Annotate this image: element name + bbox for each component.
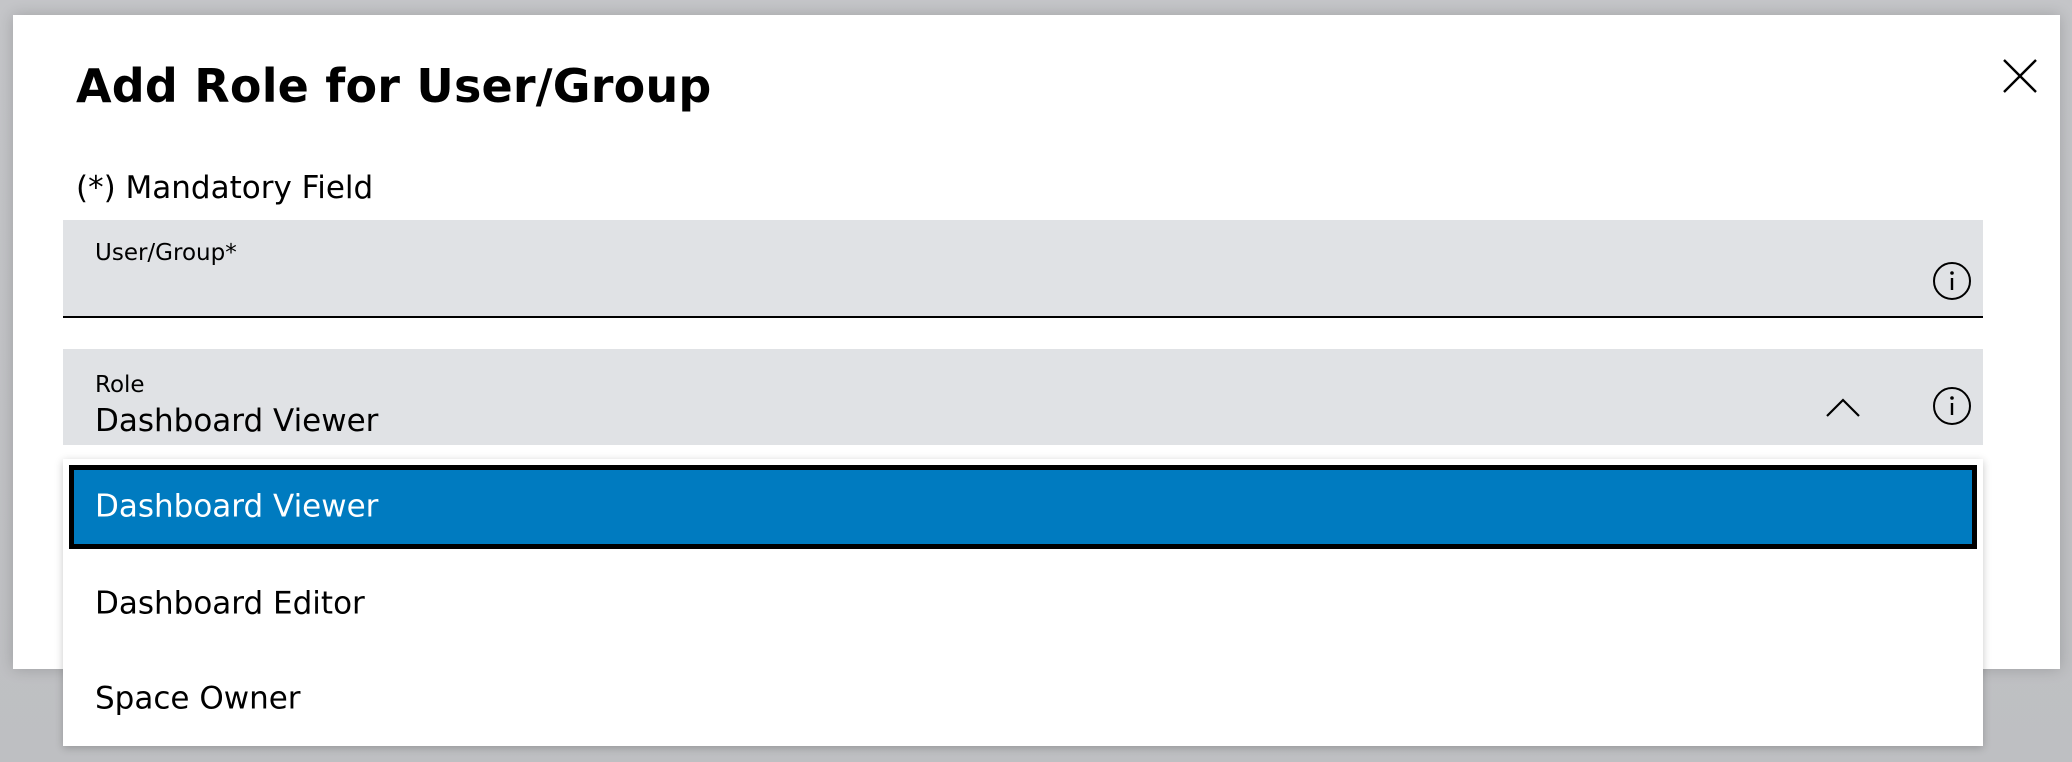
role-collapse-button[interactable] — [1821, 386, 1865, 430]
role-select[interactable]: Role Dashboard Viewer — [63, 349, 1983, 445]
role-option-space-owner[interactable]: Space Owner — [63, 651, 1983, 747]
role-option-dashboard-editor[interactable]: Dashboard Editor — [63, 556, 1983, 652]
close-icon — [2003, 59, 2037, 93]
role-option-label: Dashboard Viewer — [95, 488, 379, 525]
user-group-field[interactable]: User/Group* — [63, 220, 1983, 318]
role-option-label: Space Owner — [95, 680, 301, 717]
info-icon — [1933, 387, 1971, 425]
dialog-title: Add Role for User/Group — [76, 59, 712, 113]
role-selected-value: Dashboard Viewer — [95, 403, 379, 439]
role-info-button[interactable] — [1930, 384, 1974, 428]
user-group-label: User/Group* — [95, 240, 237, 266]
role-option-label: Dashboard Editor — [95, 585, 365, 622]
role-label: Role — [95, 372, 145, 398]
info-icon — [1933, 262, 1971, 300]
close-button[interactable] — [1990, 46, 2050, 106]
role-option-dashboard-viewer[interactable]: Dashboard Viewer — [69, 465, 1977, 549]
mandatory-field-note: (*) Mandatory Field — [76, 170, 374, 206]
role-dropdown-list: Dashboard Viewer Dashboard Editor Space … — [63, 459, 1983, 746]
user-group-info-button[interactable] — [1930, 259, 1974, 303]
chevron-up-icon — [1826, 398, 1860, 417]
